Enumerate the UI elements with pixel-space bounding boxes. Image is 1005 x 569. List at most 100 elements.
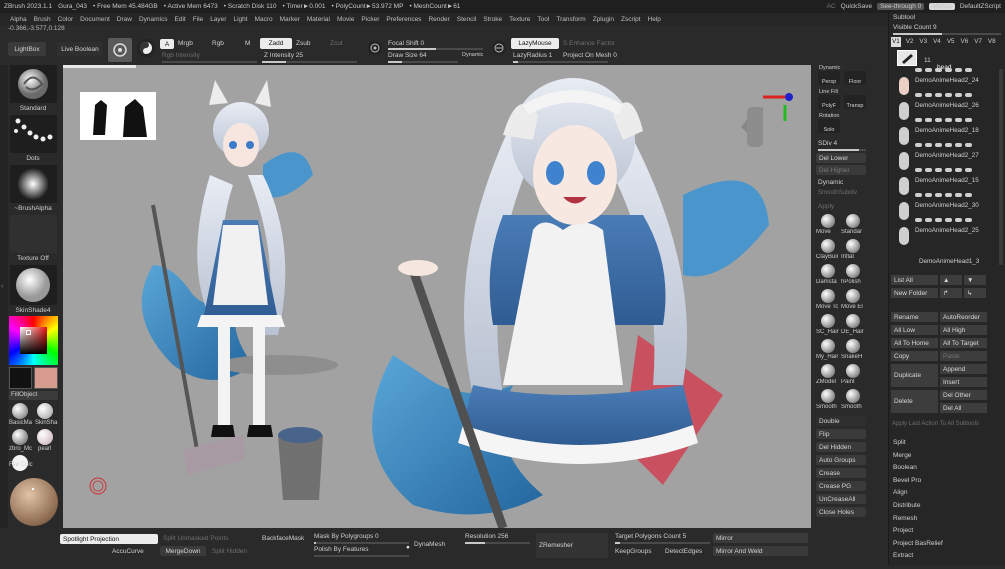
pen-icon[interactable] [955,118,962,122]
version-tab-v7[interactable]: V7 [973,37,983,47]
texture-thumbnail[interactable] [10,215,57,253]
project-on-mesh-slider[interactable]: Project On Mesh 0 [563,52,617,59]
pen-icon[interactable] [955,218,962,222]
brush-damsta[interactable]: Damsta [816,264,840,288]
menu-texture[interactable]: Texture [509,16,530,23]
mrgb-button[interactable]: Mrgb [178,40,193,47]
subtool-item[interactable]: DemoAnimeHead2_25 [891,218,1003,245]
brush-zmodel[interactable]: ZModel [816,364,840,388]
polypaint-icon[interactable] [935,143,942,147]
menu-movie[interactable]: Movie [337,16,354,23]
pen-icon[interactable] [955,93,962,97]
lock-icon[interactable] [925,193,932,197]
subtool-action-split[interactable]: Split [893,439,906,446]
brush-sc-hair[interactable]: SC_Hair [816,314,840,338]
all-to-home-button[interactable]: All To Home [891,338,938,348]
menu-zplugin[interactable]: Zplugin [593,16,614,23]
eye-icon[interactable] [915,68,922,72]
del-hidden-button[interactable]: Del Hidden [816,442,866,452]
split-unmasked-button[interactable]: Split Unmasked Points [163,535,228,542]
menu-material[interactable]: Material [307,16,330,23]
new-folder-button[interactable]: New Folder [891,288,938,298]
lock-icon[interactable] [925,93,932,97]
menu-zscript[interactable]: Zscript [621,16,641,23]
visible-count-slider[interactable]: Visible Count 9 [893,24,937,31]
trash-icon[interactable] [965,93,972,97]
version-tab-v3[interactable]: V3 [918,37,928,47]
crease-pg-button[interactable]: Crease PG [816,481,866,491]
lazyradius-slider[interactable]: LazyRadius 1 [513,52,552,59]
vis-icon[interactable] [945,118,952,122]
draw-size-slider[interactable]: Draw Size 64 [388,52,427,59]
quicksave-button[interactable]: QuickSave [841,3,872,10]
trash-icon[interactable] [965,218,972,222]
brush-snakeh[interactable]: SnakeH [841,339,865,363]
brush-move-el[interactable]: Move El [841,289,865,313]
menu-picker[interactable]: Picker [361,16,379,23]
subtool-action-distribute[interactable]: Distribute [893,502,920,509]
z-intensity-slider[interactable]: Z Intensity 25 [264,52,303,59]
menu-tool[interactable]: Tool [537,16,549,23]
spotlight-projection-button[interactable]: Spotlight Projection [60,534,158,544]
subtool-item[interactable]: DemoAnimeHead2_26 [891,93,1003,120]
auto-groups-button[interactable]: Auto Groups [816,455,866,465]
detect-edges-button[interactable]: DetectEdges [665,548,702,555]
menu-light[interactable]: Light [233,16,247,23]
all-to-target-button[interactable]: All To Target [940,338,987,348]
m-button[interactable]: M [245,40,250,47]
duplicate-button[interactable]: Duplicate [891,364,938,387]
lock-icon[interactable] [925,218,932,222]
enhance-factor-slider[interactable]: S Enhance Factor [563,40,615,47]
subtool-action-merge[interactable]: Merge [893,452,911,459]
floor-button[interactable]: Floor [844,71,866,85]
polypaint-icon[interactable] [935,168,942,172]
lock-icon[interactable] [925,168,932,172]
split-hidden-button[interactable]: Split Hidden [212,548,247,555]
subtool-action-project-basrelief[interactable]: Project BasRelief [893,540,943,547]
trash-icon[interactable] [965,118,972,122]
append-button[interactable]: Append [940,364,987,374]
mask-by-polygroups-slider[interactable]: Mask By Polygroups 0 [314,533,379,540]
primary-color-swatch[interactable] [9,367,32,389]
zadd-button[interactable]: Zadd [260,38,292,49]
pen-icon[interactable] [955,143,962,147]
polypaint-icon[interactable] [935,218,942,222]
eye-icon[interactable] [915,118,922,122]
brush-smooth[interactable]: Smooth [816,389,840,413]
pen-icon[interactable] [955,68,962,72]
brush-hpolish[interactable]: hPolish [841,264,865,288]
version-tab-v6[interactable]: V6 [960,37,970,47]
default-zscript-button[interactable]: DefaultZScript [960,3,1001,10]
list-all-button[interactable]: List All [891,275,938,285]
rename-button[interactable]: Rename [891,312,938,322]
pearl-material[interactable] [37,429,53,445]
subtool-folder-thumb[interactable] [897,50,917,66]
arrow-down-button[interactable]: ▼ [964,275,986,285]
brush-paint[interactable]: Paint [841,364,865,388]
persp-button[interactable]: Persp [818,71,840,85]
subtool-scrollbar[interactable] [999,69,1003,265]
alpha-thumbnail[interactable] [10,165,57,203]
auto-reorder-button[interactable]: AutoReorder [940,312,987,322]
vis-icon[interactable] [945,193,952,197]
polish-by-features-slider[interactable]: Polish By Features [314,546,369,553]
pen-icon[interactable] [955,193,962,197]
polish-by-features-track[interactable] [314,555,409,557]
copy-button[interactable]: Copy [891,351,938,361]
brush-my-hair[interactable]: My_Hair [816,339,840,363]
version-tab-v8[interactable]: V8 [987,37,997,47]
backface-mask-button[interactable]: BackfaceMask [262,535,304,542]
menu-marker[interactable]: Marker [280,16,300,23]
brush-move-tc[interactable]: Move Tc [816,289,840,313]
move-down-button[interactable]: ↳ [964,288,986,298]
mask-by-polygroups-track[interactable] [314,542,409,544]
subtool-action-project[interactable]: Project [893,527,913,534]
accucurve-button[interactable]: AccuCurve [112,548,144,555]
brush-thumbnail[interactable] [10,65,57,103]
subtool-item[interactable]: DemoAnimeHead2_15 [891,168,1003,195]
move-up-button[interactable]: ↱ [940,288,962,298]
del-all-button[interactable]: Del All [940,403,987,413]
eye-icon[interactable] [915,168,922,172]
uncrease-all-button[interactable]: UnCreaseAll [816,494,866,504]
mirror-and-weld-button[interactable]: Mirror And Weld [713,546,808,556]
